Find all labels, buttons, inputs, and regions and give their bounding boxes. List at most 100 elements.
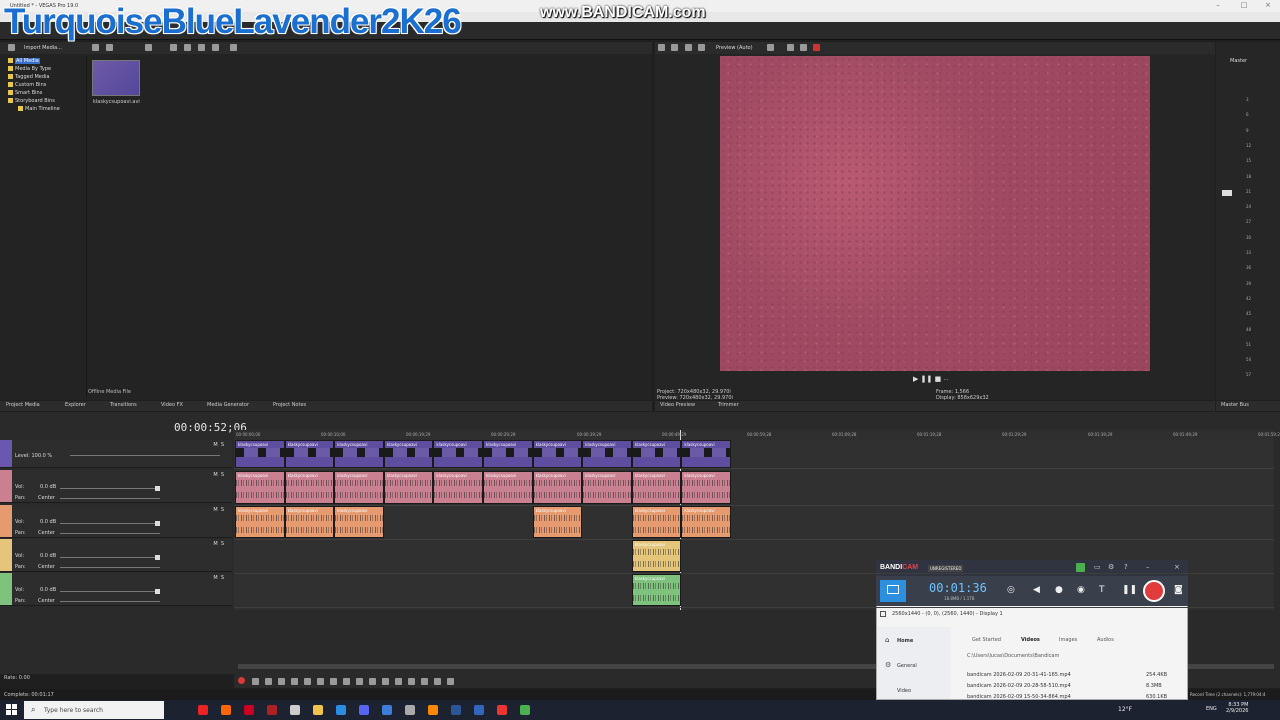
youtube-icon[interactable]: [198, 705, 208, 715]
play-from-start-icon[interactable]: [265, 678, 272, 685]
record-button[interactable]: [238, 677, 245, 684]
stop-icon[interactable]: ■: [935, 375, 942, 383]
audio-track-header[interactable]: M S Vol: 0.0 dB Pan: Center: [0, 573, 232, 606]
volume-knob[interactable]: [155, 555, 160, 560]
import-icon[interactable]: [8, 44, 15, 51]
pan-slider[interactable]: [60, 533, 160, 534]
audio-clip[interactable]: klaskycsupoavi: [383, 471, 434, 504]
edge-icon[interactable]: [336, 705, 346, 715]
file-name[interactable]: bandicam 2026-02-09 15-50-34-864.mp4: [967, 694, 1071, 700]
tab-media-generator[interactable]: Media Generator: [207, 402, 249, 408]
audio-clip[interactable]: klaskycsupoavi: [631, 540, 682, 572]
copy-snapshot-icon[interactable]: [787, 44, 794, 51]
audio-clip[interactable]: klaskycsupoavi: [681, 506, 731, 538]
microphone-icon[interactable]: ●: [1055, 585, 1063, 595]
video-clip[interactable]: klaskycsupoavi: [235, 440, 285, 468]
tree-item-smart-bins[interactable]: Smart Bins: [8, 90, 42, 98]
video-track-header[interactable]: M S Level: 100.0 %: [0, 440, 232, 468]
pause-icon[interactable]: [291, 678, 298, 685]
video-clip[interactable]: klaskycsupoavi: [383, 440, 434, 468]
language-indicator[interactable]: ENG: [1206, 706, 1217, 712]
pan-slider[interactable]: [60, 601, 160, 602]
tab-project-media[interactable]: Project Media: [6, 402, 40, 408]
video-clip[interactable]: klaskycsupoavi: [532, 440, 583, 468]
audio-clip[interactable]: klaskycsupoavi: [532, 471, 583, 504]
tab-video-fx[interactable]: Video FX: [161, 402, 183, 408]
next-frame-icon[interactable]: [330, 678, 337, 685]
screen-mode-button[interactable]: [880, 580, 906, 602]
volume-slider[interactable]: [60, 591, 160, 592]
pause-icon[interactable]: ❚❚: [921, 375, 933, 383]
output-folder-path[interactable]: C:\Users\lucas\Documents\Bandicam: [967, 653, 1059, 659]
view-menu-icon[interactable]: [212, 44, 219, 51]
tree-item-storyboard-bins[interactable]: Storyboard Bins: [8, 98, 55, 106]
tab-transitions[interactable]: Transitions: [110, 402, 137, 408]
maximize-button[interactable]: □: [1232, 1, 1256, 11]
tab-trimmer[interactable]: Trimmer: [718, 402, 739, 408]
video-clip[interactable]: klaskycsupoavi: [284, 440, 335, 468]
capture-icon[interactable]: [92, 44, 99, 51]
close-button[interactable]: ×: [1256, 1, 1280, 11]
audio-clip[interactable]: klaskycsupoavi: [681, 471, 731, 504]
audio-clip[interactable]: klaskycsupoavi: [631, 574, 682, 606]
speaker-icon[interactable]: ◀: [1033, 585, 1040, 595]
tab-videos[interactable]: Videos: [1021, 637, 1040, 643]
file-name[interactable]: bandicam 2026-02-09 20-28-58-510.mp4: [967, 683, 1071, 689]
file-name[interactable]: bandicam 2026-02-09 20-31-41-165.mp4: [967, 672, 1071, 678]
chrome-icon[interactable]: [520, 705, 530, 715]
tab-audios[interactable]: Audios: [1097, 637, 1114, 643]
sidebar-item-video[interactable]: Video: [897, 688, 911, 694]
mute-solo[interactable]: M S: [213, 442, 224, 448]
audio-clip[interactable]: klaskycsupoavi: [631, 506, 682, 538]
audio-clip[interactable]: klaskycsupoavi: [334, 471, 384, 504]
record-icon[interactable]: [813, 44, 820, 51]
more-icon[interactable]: ⋯: [943, 377, 948, 383]
search-icon[interactable]: [230, 44, 237, 51]
level-slider[interactable]: [70, 455, 220, 456]
preview-quality-dropdown[interactable]: Preview (Auto): [716, 45, 753, 51]
audio-clip[interactable]: klaskycsupoavi: [631, 471, 682, 504]
firefox-icon[interactable]: [221, 705, 231, 715]
tab-master-bus[interactable]: Master Bus: [1221, 402, 1249, 408]
camera-icon[interactable]: ◙: [1174, 585, 1183, 595]
ripple-icon[interactable]: [434, 678, 441, 685]
tab-images[interactable]: Images: [1059, 637, 1077, 643]
audio-clip[interactable]: klaskycsupoavi: [532, 506, 583, 538]
snap-icon[interactable]: [408, 678, 415, 685]
audio-clip[interactable]: klaskycsupoavi: [582, 471, 632, 504]
folder-icon[interactable]: ▭: [1094, 563, 1101, 571]
get-media-icon[interactable]: [106, 44, 113, 51]
opera-icon[interactable]: [244, 705, 254, 715]
views-icon[interactable]: [198, 44, 205, 51]
tree-item-tagged-media[interactable]: Tagged Media: [8, 74, 50, 82]
video-clip[interactable]: klaskycsupoavi: [334, 440, 384, 468]
settings-icon[interactable]: [658, 44, 665, 51]
tray-clock[interactable]: 8:33 PM 2/9/2026: [1226, 702, 1248, 714]
stop-recording-button[interactable]: [1143, 580, 1165, 602]
vlc-icon[interactable]: [428, 705, 438, 715]
stop-icon[interactable]: [304, 678, 311, 685]
sidebar-item-general[interactable]: General: [897, 663, 917, 669]
master-fader[interactable]: [1222, 190, 1232, 196]
split-screen-icon[interactable]: [698, 44, 705, 51]
bandicam-icon[interactable]: [497, 705, 507, 715]
audio-clip[interactable]: klaskycsupoavi: [235, 506, 285, 538]
play-icon[interactable]: [170, 44, 177, 51]
go-end-icon[interactable]: [343, 678, 350, 685]
audio-clip[interactable]: klaskycsupoavi: [235, 471, 285, 504]
windows-start-icon[interactable]: [6, 704, 18, 716]
settings-icon[interactable]: [405, 705, 415, 715]
audio-track-header[interactable]: M S Vol: 0.0 dB Pan: Center: [0, 539, 232, 572]
gear-icon[interactable]: ⚙: [1108, 563, 1114, 571]
mute-solo[interactable]: M S: [213, 507, 224, 513]
task-view-icon[interactable]: [290, 705, 300, 715]
minimize-button[interactable]: –: [1206, 1, 1230, 11]
lock-icon[interactable]: [1076, 563, 1085, 572]
zoom-tool-icon[interactable]: [395, 678, 402, 685]
mouse-icon[interactable]: ◉: [1077, 585, 1085, 595]
fast-forward-icon[interactable]: [369, 678, 376, 685]
pan-slider[interactable]: [60, 498, 160, 499]
mute-solo[interactable]: M S: [213, 541, 224, 547]
properties-icon[interactable]: [145, 44, 152, 51]
audio-track-header[interactable]: M S Vol: 0.0 dB Pan: Center: [0, 470, 232, 503]
